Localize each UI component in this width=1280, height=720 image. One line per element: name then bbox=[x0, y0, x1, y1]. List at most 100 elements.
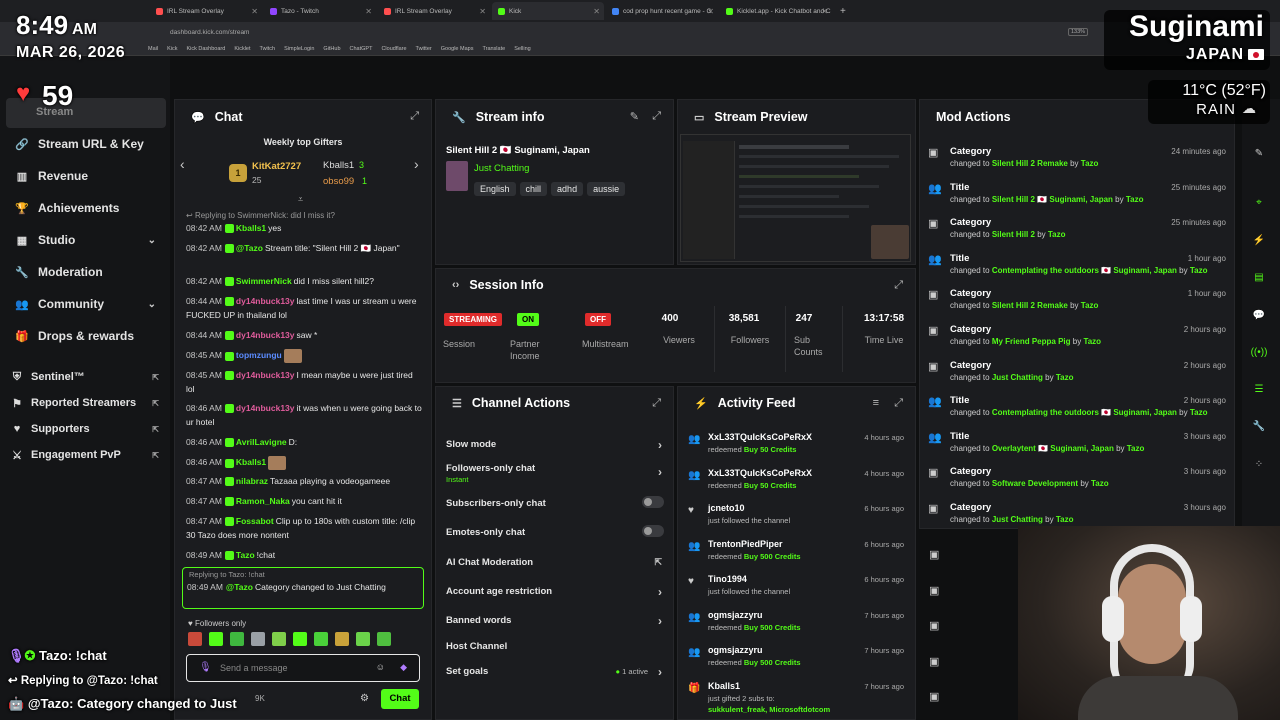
username[interactable]: AvrilLavigne bbox=[236, 437, 287, 447]
chat-bubble-icon[interactable]: 💬 bbox=[1252, 308, 1266, 322]
chat-input[interactable]: 🎙 Send a message ☺ ◆ bbox=[186, 654, 420, 682]
username[interactable]: Fossabot bbox=[236, 516, 274, 526]
mod-action-user[interactable]: Tazo bbox=[1126, 195, 1144, 204]
sidebar-item-reported[interactable]: ⚑ Reported Streamers ⇱ bbox=[11, 397, 159, 410]
emoji-icon[interactable]: ☺ bbox=[376, 662, 385, 672]
mod-action-user[interactable]: Tazo bbox=[1083, 337, 1101, 346]
browser-tab[interactable]: Tazo - Twitch ✕ bbox=[264, 2, 376, 20]
account-age-row[interactable]: Account age restriction › bbox=[446, 585, 664, 599]
browser-tab[interactable]: Kick ✕ bbox=[492, 2, 604, 20]
mod-action-user[interactable]: Tazo bbox=[1127, 444, 1145, 453]
sidebar-item-moderation[interactable]: 🔧 Moderation bbox=[15, 265, 156, 279]
sidebar-item-drops[interactable]: 🎁 Drops & rewards bbox=[15, 329, 156, 343]
close-icon[interactable]: ✕ bbox=[365, 7, 372, 16]
username[interactable]: Tazo bbox=[236, 550, 255, 560]
mod-action-user[interactable]: Tazo bbox=[1081, 159, 1099, 168]
bookmark[interactable]: Kicklet bbox=[234, 46, 250, 52]
emote-icon[interactable] bbox=[293, 632, 307, 646]
new-tab-icon[interactable]: + bbox=[834, 2, 848, 20]
bookmark[interactable]: Translate bbox=[482, 46, 505, 52]
broadcast-icon[interactable]: ((•)) bbox=[1251, 345, 1268, 359]
emote-icon[interactable] bbox=[230, 632, 244, 646]
mod-action-user[interactable]: Tazo bbox=[1190, 408, 1208, 417]
mod-action-user[interactable]: Tazo bbox=[1190, 266, 1208, 275]
bookmark[interactable]: Mail bbox=[148, 46, 158, 52]
sidebar-item-stream-url[interactable]: 🔗 Stream URL & Key bbox=[15, 137, 156, 151]
host-channel-row[interactable]: Host Channel bbox=[446, 641, 664, 652]
sidebar-item-community[interactable]: 👥 Community ⌄ bbox=[15, 297, 156, 311]
username[interactable]: dy14nbuck13y bbox=[236, 330, 295, 340]
set-goals-row[interactable]: Set goals ● 1 active › bbox=[446, 665, 664, 679]
bookmark[interactable]: Selling bbox=[514, 46, 531, 52]
gear-icon[interactable]: ⚙ bbox=[360, 693, 369, 704]
username[interactable]: Ramon_Naka bbox=[236, 496, 290, 506]
popout-icon[interactable]: ⤢ bbox=[652, 110, 661, 123]
emote-icon[interactable] bbox=[314, 632, 328, 646]
wrench-icon[interactable]: 🔧 bbox=[1252, 419, 1266, 433]
category-link[interactable]: Just Chatting bbox=[474, 163, 529, 174]
username[interactable]: dy14nbuck13y bbox=[236, 296, 295, 306]
bookmark[interactable]: Twitter bbox=[416, 46, 432, 52]
kick-emote-icon[interactable]: ◆ bbox=[400, 662, 407, 673]
username[interactable]: Kballs1 bbox=[236, 457, 266, 467]
sidebar-item-revenue[interactable]: ▥ Revenue bbox=[16, 169, 156, 183]
sidebar-item-studio[interactable]: ▦ Studio ⌄ bbox=[16, 233, 156, 247]
ai-moderation-row[interactable]: AI Chat Moderation ⇱ bbox=[446, 557, 664, 568]
filter-icon[interactable]: ≡ bbox=[873, 397, 879, 409]
settings-dots-icon[interactable]: ⁘ bbox=[1252, 457, 1266, 471]
emote-icon[interactable] bbox=[356, 632, 370, 646]
close-icon[interactable]: ✕ bbox=[479, 7, 486, 16]
username[interactable]: topmzungu bbox=[236, 350, 282, 360]
bookmark[interactable]: Cloudflare bbox=[381, 46, 406, 52]
browser-tab[interactable]: Kicklet.app - Kick Chatbot and C ✕ bbox=[720, 2, 832, 20]
emote-icon[interactable] bbox=[209, 632, 223, 646]
popout-icon[interactable]: ⤢ bbox=[410, 110, 419, 123]
bookmark[interactable]: Kick Dashboard bbox=[186, 46, 225, 52]
emote-icon[interactable] bbox=[272, 632, 286, 646]
username[interactable]: dy14nbuck13y bbox=[236, 403, 295, 413]
slow-mode-row[interactable]: Slow mode › bbox=[446, 438, 664, 452]
emote-icon[interactable] bbox=[188, 632, 202, 646]
bookmark[interactable]: Twitch bbox=[260, 46, 276, 52]
banned-words-row[interactable]: Banned words › bbox=[446, 614, 664, 628]
bookmark[interactable]: SimpleLogin bbox=[284, 46, 314, 52]
mod-action-user[interactable]: Tazo bbox=[1056, 515, 1074, 524]
sidebar-item-engagement[interactable]: ⚔ Engagement PvP ⇱ bbox=[11, 449, 159, 462]
chevron-right-icon[interactable]: › bbox=[414, 156, 419, 172]
server-icon[interactable]: ☰ bbox=[1252, 382, 1266, 396]
sidebar-item-achievements[interactable]: 🏆 Achievements bbox=[15, 201, 156, 215]
bookmark[interactable]: Google Maps bbox=[441, 46, 474, 52]
mod-action-user[interactable]: Tazo bbox=[1081, 301, 1099, 310]
bookmark[interactable]: GitHub bbox=[323, 46, 340, 52]
popout-icon[interactable]: ⤢ bbox=[894, 279, 903, 292]
close-icon[interactable]: ✕ bbox=[251, 7, 258, 16]
mod-action-user[interactable]: Tazo bbox=[1048, 230, 1066, 239]
bookmark[interactable]: Kick bbox=[167, 46, 177, 52]
username[interactable]: @Tazo bbox=[236, 243, 263, 253]
username[interactable]: @Tazo bbox=[226, 582, 253, 592]
mod-action-user[interactable]: Tazo bbox=[1056, 373, 1074, 382]
emote-icon[interactable] bbox=[377, 632, 391, 646]
pencil-icon[interactable]: ✎ bbox=[1252, 146, 1266, 160]
popout-icon[interactable]: ⤢ bbox=[894, 397, 903, 410]
emote-icon[interactable] bbox=[335, 632, 349, 646]
browser-tab[interactable]: IRL Stream Overlay ✕ bbox=[150, 2, 262, 20]
emotes-only-toggle[interactable] bbox=[642, 525, 664, 537]
sidebar-item-sentinel[interactable]: ⛨ Sentinel™ ⇱ bbox=[11, 371, 159, 384]
username[interactable]: dy14nbuck13y bbox=[236, 370, 295, 380]
username[interactable]: nilabraz bbox=[236, 476, 268, 486]
username[interactable]: SwimmerNick bbox=[236, 276, 292, 286]
emote-icon[interactable] bbox=[251, 632, 265, 646]
close-icon[interactable]: ✕ bbox=[821, 7, 828, 16]
subscribers-only-toggle[interactable] bbox=[642, 496, 664, 508]
browser-tab[interactable]: cod prop hunt recent game - G ✕ bbox=[606, 2, 718, 20]
url-text[interactable]: dashboard.kick.com/stream bbox=[170, 29, 249, 36]
chevron-left-icon[interactable]: ‹ bbox=[180, 156, 185, 172]
target-icon[interactable]: ⌖ bbox=[1252, 195, 1266, 209]
document-icon[interactable]: ▤ bbox=[1252, 270, 1266, 284]
edit-icon[interactable]: ✎ bbox=[630, 110, 639, 123]
username[interactable]: Kballs1 bbox=[236, 223, 266, 233]
send-chat-button[interactable]: Chat bbox=[381, 689, 419, 709]
mod-action-user[interactable]: Tazo bbox=[1091, 479, 1109, 488]
followers-only-row[interactable]: Followers-only chat Instant › bbox=[446, 463, 664, 484]
